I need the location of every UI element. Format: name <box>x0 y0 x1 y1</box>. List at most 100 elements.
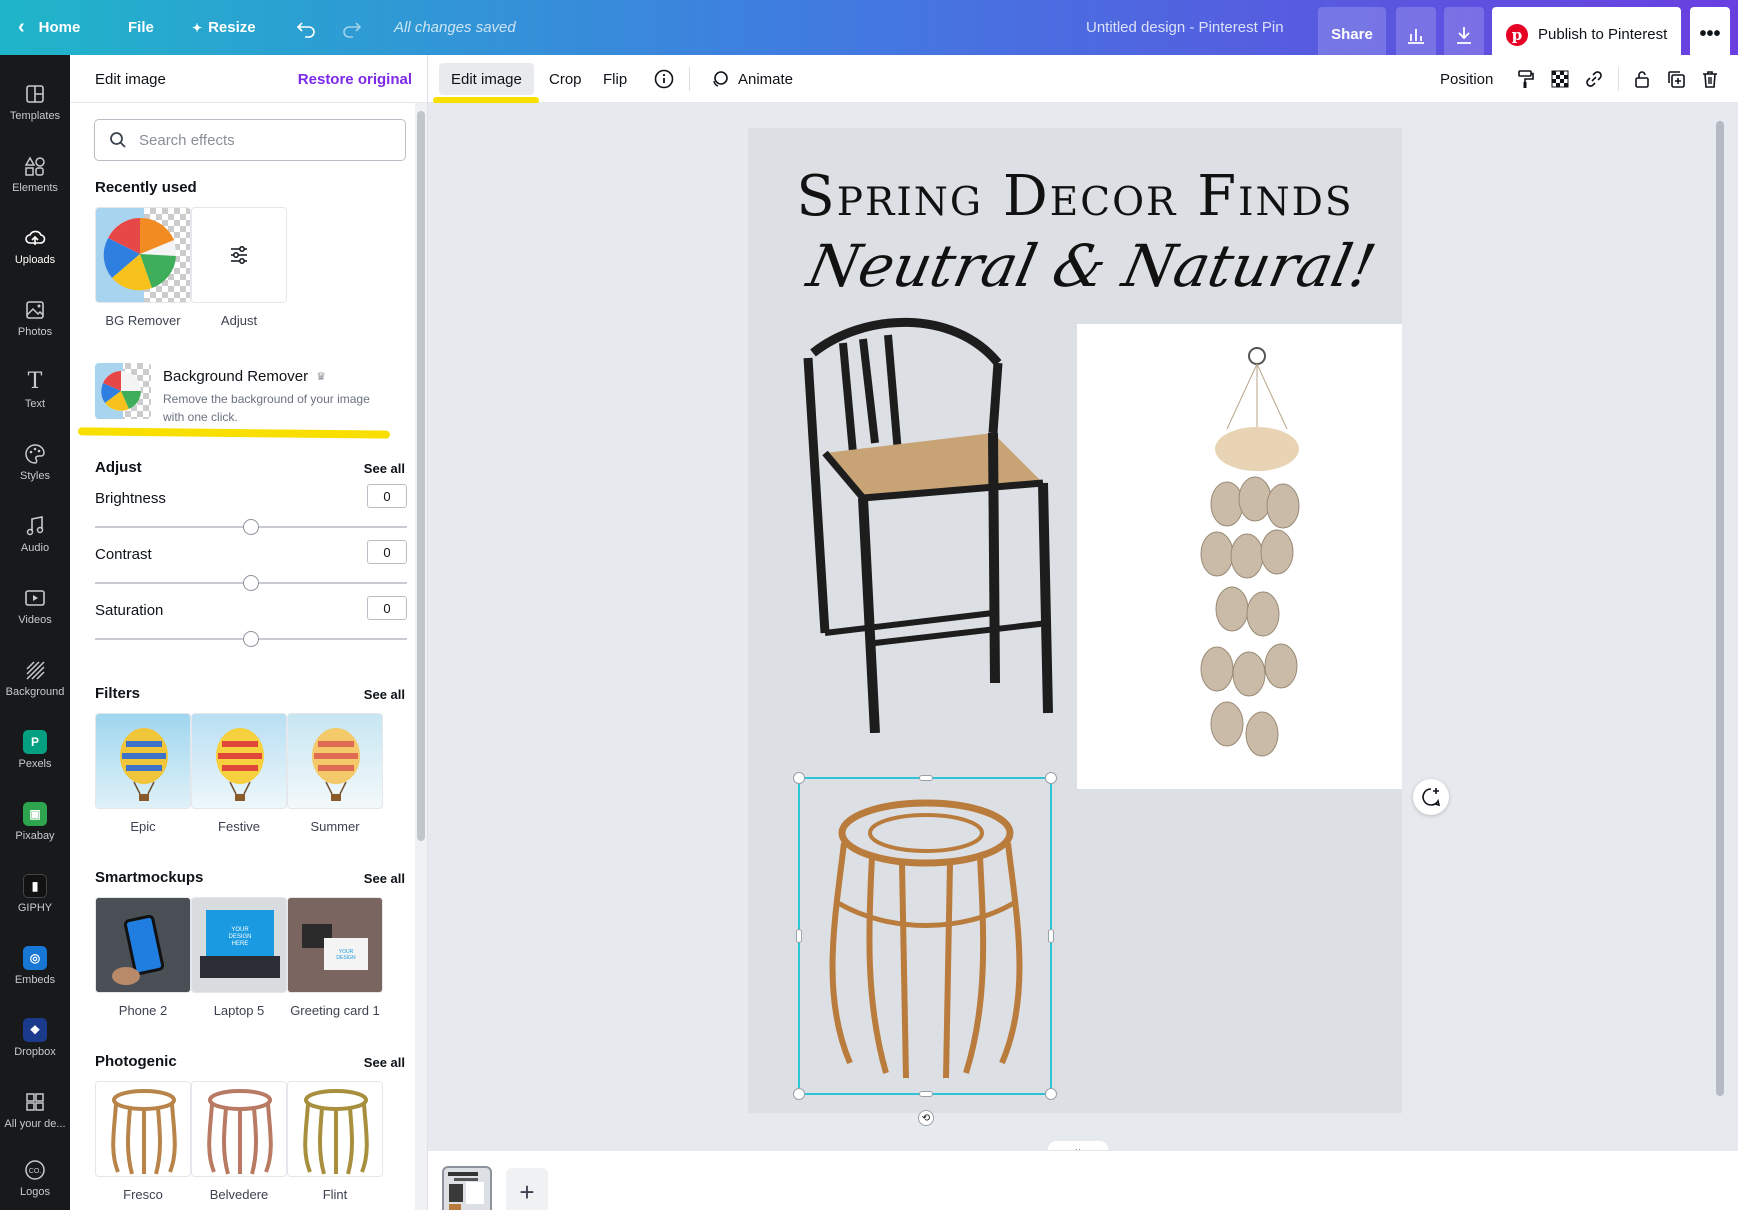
rail-videos[interactable]: Videos <box>0 571 70 639</box>
slider-knob[interactable] <box>243 519 259 535</box>
resize-handle[interactable] <box>1048 929 1054 943</box>
rail-pexels[interactable]: P Pexels <box>0 715 70 783</box>
resize-handle[interactable] <box>919 775 933 781</box>
page-thumbnail-graphic <box>448 1172 484 1210</box>
rail-background[interactable]: Background <box>0 643 70 711</box>
page-1-thumbnail[interactable] <box>442 1166 492 1210</box>
scrollbar-thumb[interactable] <box>417 111 425 841</box>
link-icon[interactable] <box>1582 67 1606 91</box>
rail-templates[interactable]: Templates <box>0 67 70 135</box>
brightness-value-input[interactable]: 0 <box>367 484 407 508</box>
background-remover-row[interactable]: Background Remover ♛ Remove the backgrou… <box>95 363 407 424</box>
filter-festive-tile[interactable] <box>191 713 287 809</box>
rail-label: Audio <box>20 541 50 554</box>
slider-knob[interactable] <box>243 575 259 591</box>
photogenic-see-all[interactable]: See all <box>364 1055 405 1070</box>
photogenic-belvedere-tile[interactable] <box>191 1081 287 1177</box>
flip-button[interactable]: Flip <box>591 63 639 95</box>
rail-logos[interactable]: CO. Logos <box>0 1143 70 1210</box>
smartmockups-see-all[interactable]: See all <box>364 871 405 886</box>
rattan-stool-image <box>303 1089 369 1175</box>
contrast-value-input[interactable]: 0 <box>367 540 407 564</box>
rail-audio[interactable]: Audio <box>0 499 70 567</box>
rail-all-designs[interactable]: All your de... <box>0 1075 70 1143</box>
rail-pixabay[interactable]: ▣ Pixabay <box>0 787 70 855</box>
design-page[interactable]: Spring Decor Finds Neutral & Natural! <box>748 128 1402 1113</box>
mockup-laptop-tile[interactable]: YOUR DESIGN HERE <box>191 897 287 993</box>
edit-image-tab[interactable]: Edit image <box>439 63 534 95</box>
templates-icon <box>24 81 46 107</box>
photogenic-fresco-tile[interactable] <box>95 1081 191 1177</box>
lock-icon[interactable] <box>1630 67 1654 91</box>
filter-summer-label: Summer <box>310 819 360 834</box>
download-button[interactable] <box>1444 7 1484 62</box>
rail-uploads[interactable]: Uploads <box>0 211 70 279</box>
save-status: All changes saved <box>394 19 516 36</box>
resize-button[interactable]: ✦ Resize <box>192 0 256 55</box>
resize-handle[interactable] <box>793 1088 805 1100</box>
rail-styles[interactable]: Styles <box>0 427 70 495</box>
background-remover-desc: Remove the background of your image <box>163 392 370 406</box>
panel-scrollbar[interactable] <box>415 103 427 1210</box>
wind-chime-image[interactable] <box>1077 324 1402 789</box>
rotate-handle[interactable]: ⟲ <box>918 1110 934 1126</box>
resize-handle[interactable] <box>793 772 805 784</box>
filter-summer-tile[interactable] <box>287 713 383 809</box>
add-comment-button[interactable] <box>1413 779 1449 815</box>
resize-handle[interactable] <box>919 1091 933 1097</box>
rail-dropbox[interactable]: ❖ Dropbox <box>0 1003 70 1071</box>
adjust-tile[interactable] <box>191 207 287 303</box>
canvas-vertical-scrollbar[interactable] <box>1714 103 1726 1135</box>
home-label: Home <box>38 19 81 36</box>
redo-button[interactable] <box>342 0 362 55</box>
restore-original-link[interactable]: Restore original <box>298 71 412 88</box>
rail-elements[interactable]: Elements <box>0 139 70 207</box>
mockup-phone-tile[interactable] <box>95 897 191 993</box>
file-menu[interactable]: File <box>128 0 154 55</box>
trash-icon[interactable] <box>1698 67 1722 91</box>
saturation-value-input[interactable]: 0 <box>367 596 407 620</box>
rail-giphy[interactable]: ▮ GIPHY <box>0 859 70 927</box>
saturation-slider[interactable] <box>95 631 407 647</box>
resize-handle[interactable] <box>1045 1088 1057 1100</box>
contrast-slider[interactable] <box>95 575 407 591</box>
crop-button[interactable]: Crop <box>537 63 594 95</box>
duplicate-icon[interactable] <box>1664 67 1688 91</box>
search-effects-input[interactable]: Search effects <box>94 119 406 161</box>
add-page-button[interactable]: + <box>506 1168 548 1210</box>
scrollbar-thumb[interactable] <box>1716 121 1724 1096</box>
mockup-greeting-card-tile[interactable]: YOUR DESIGN <box>287 897 383 993</box>
chevron-left-icon: ‹ <box>18 16 25 38</box>
insights-button[interactable] <box>1396 7 1436 62</box>
filters-see-all[interactable]: See all <box>364 687 405 702</box>
rail-text[interactable]: T Text <box>0 355 70 423</box>
rail-label: Background <box>5 685 65 698</box>
filter-epic-tile[interactable] <box>95 713 191 809</box>
adjust-see-all[interactable]: See all <box>364 461 405 476</box>
slider-knob[interactable] <box>243 631 259 647</box>
document-title[interactable]: Untitled design - Pinterest Pin <box>1086 0 1284 55</box>
publish-pinterest-button[interactable]: p Publish to Pinterest <box>1492 7 1682 62</box>
home-button[interactable]: ‹ Home <box>18 0 80 55</box>
brightness-slider[interactable] <box>95 519 407 535</box>
design-subtitle-text[interactable]: Neutral & Natural! <box>802 232 1382 300</box>
share-button[interactable]: Share <box>1318 7 1386 62</box>
resize-handle[interactable] <box>796 929 802 943</box>
resize-handle[interactable] <box>1045 772 1057 784</box>
more-options-button[interactable]: ••• <box>1690 7 1730 62</box>
undo-button[interactable] <box>296 0 316 55</box>
rail-photos[interactable]: Photos <box>0 283 70 351</box>
transparency-icon[interactable] <box>1548 67 1572 91</box>
chair-image[interactable] <box>803 313 1063 733</box>
bg-remover-tile[interactable] <box>95 207 191 303</box>
photogenic-flint-tile[interactable] <box>287 1081 383 1177</box>
selection-box[interactable] <box>793 772 1057 1100</box>
rail-embeds[interactable]: ◎ Embeds <box>0 931 70 999</box>
animate-button[interactable]: Animate <box>698 63 805 95</box>
sliders-icon <box>231 246 247 264</box>
design-title-text[interactable]: Spring Decor Finds <box>748 164 1402 229</box>
position-button[interactable]: Position <box>1428 63 1505 95</box>
paint-roller-icon[interactable] <box>1514 67 1538 91</box>
info-icon[interactable] <box>652 67 676 91</box>
rail-label: Embeds <box>14 973 56 986</box>
